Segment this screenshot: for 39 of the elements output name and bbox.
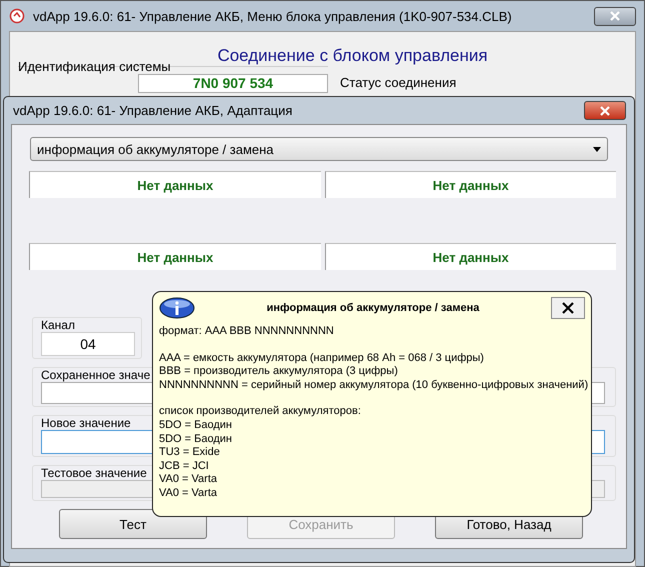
data-cell: Нет данных <box>29 171 320 198</box>
channel-field[interactable]: 04 <box>41 332 135 356</box>
info-text-line: NNNNNNNNNN = серийный номер аккумулятора (10 буквенно-цифровых значений) <box>159 378 588 392</box>
info-text-line: JCB = JCI <box>159 460 209 474</box>
dialog-button[interactable]: Тест <box>59 509 207 539</box>
dialog-title: vdApp 19.6.0: 61- Управление АКБ, Адаптация <box>13 103 292 118</box>
group-label: Идентификация системы <box>18 59 172 74</box>
close-button[interactable] <box>551 297 585 319</box>
data-cell: Нет данных <box>29 243 320 270</box>
part-number-field: 7N0 907 534 <box>138 74 328 93</box>
field-label: Тестовое значение <box>41 466 147 480</box>
connection-heading: Соединение с блоком управления <box>216 46 489 66</box>
info-text-line: TU3 = Exide <box>159 446 220 460</box>
app-logo-icon <box>9 8 25 24</box>
data-cell: Нет данных <box>324 171 616 198</box>
close-icon <box>600 106 610 116</box>
data-cell: Нет данных <box>324 243 616 270</box>
info-text-line: формат: AAA BBB NNNNNNNNNN <box>159 325 334 339</box>
popup-title: информация об аккумуляторе / замена <box>266 302 480 314</box>
info-text-line: AAA = емкость аккумулятора (например 68 Ah = 068 / 3 цифры) <box>159 352 484 366</box>
info-text-line: VA0 = Varta <box>159 486 217 501</box>
close-icon <box>562 302 574 314</box>
close-button[interactable] <box>584 101 626 120</box>
group-label: Статус соединения <box>340 75 456 90</box>
info-text-line: 5DO = Баодин <box>159 432 232 446</box>
caret-icon <box>593 146 601 152</box>
close-icon <box>610 11 620 21</box>
close-button[interactable] <box>594 6 636 26</box>
window-title: vdApp 19.6.0: 61- Управление АКБ, Меню блока управления (1K0-907-534.CLB) <box>33 8 512 24</box>
channel-label: Канал <box>41 318 75 332</box>
info-text-line: 5DO = Баодин <box>159 418 232 433</box>
dropdown-value: информация об аккумуляторе / замена <box>37 142 274 156</box>
info-text-line: список производителей аккумуляторов: <box>159 405 361 419</box>
field-label: Сохраненное значе <box>41 368 150 382</box>
info-text-line: VA0 = Varta <box>159 473 217 487</box>
info-text-line: BBB = производитель аккумулятора (3 цифры) <box>159 365 398 379</box>
function-dropdown[interactable]: информация об аккумуляторе / замена <box>30 137 608 161</box>
field-label: Новое значение <box>41 416 131 430</box>
info-icon <box>159 297 195 319</box>
